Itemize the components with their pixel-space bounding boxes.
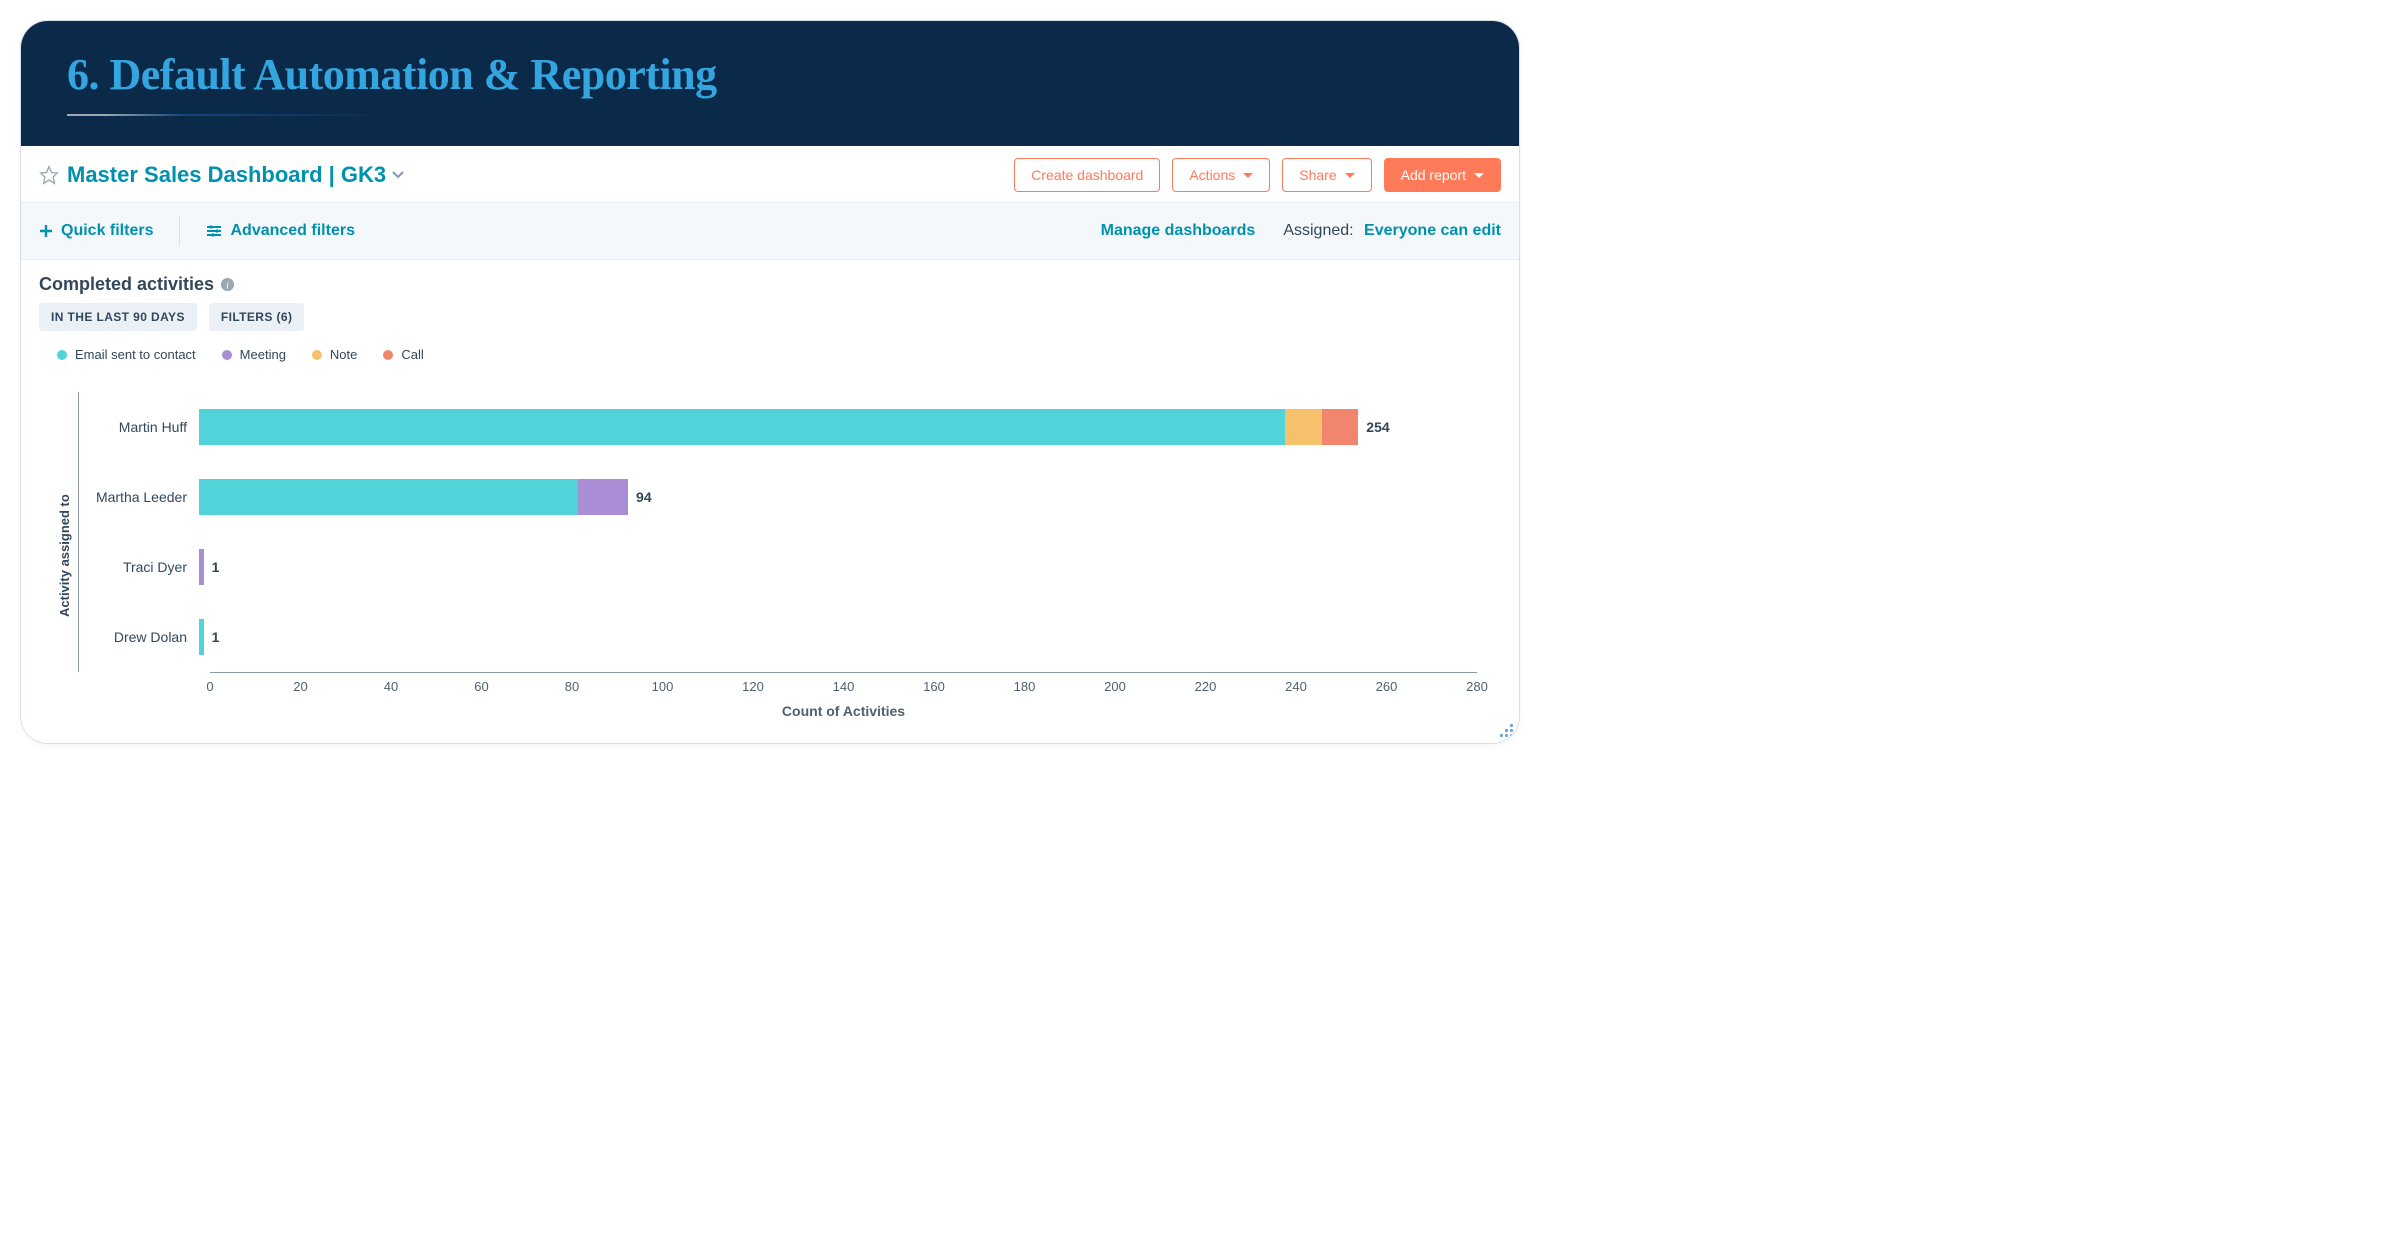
slide-title: 6. Default Automation & Reporting <box>67 49 1473 100</box>
bar-track: 94 <box>199 479 1477 515</box>
report-title: Completed activities <box>39 274 214 295</box>
report-card: Completed activities i IN THE LAST 90 DA… <box>21 260 1519 743</box>
date-range-chip[interactable]: IN THE LAST 90 DAYS <box>39 303 197 331</box>
chart-bars: Martin Huff 254 Martha Leeder 94 Traci Dyer 1… <box>78 392 1477 672</box>
share-label: Share <box>1299 167 1336 183</box>
x-tick-label: 80 <box>565 679 579 694</box>
chart-legend: Email sent to contact Meeting Note Call <box>57 347 1501 362</box>
legend-color-dot <box>57 350 67 360</box>
x-axis-label: Count of Activities <box>210 703 1477 719</box>
bar-segment[interactable] <box>1285 409 1322 445</box>
bar-row: Drew Dolan 1 <box>79 602 1477 672</box>
create-dashboard-label: Create dashboard <box>1031 167 1143 183</box>
x-tick-label: 60 <box>474 679 488 694</box>
title-underline <box>67 114 527 116</box>
legend-color-dot <box>312 350 322 360</box>
x-tick-label: 280 <box>1466 679 1488 694</box>
assigned-label: Assigned: <box>1283 222 1353 239</box>
legend-color-dot <box>222 350 232 360</box>
x-tick-label: 200 <box>1104 679 1126 694</box>
bar-category-label: Martha Leeder <box>79 489 199 505</box>
resize-handle-icon[interactable] <box>1493 717 1513 737</box>
bar-track: 1 <box>199 549 1477 585</box>
x-tick-label: 260 <box>1376 679 1398 694</box>
bar-segment[interactable] <box>199 409 1285 445</box>
filters-count-chip[interactable]: FILTERS (6) <box>209 303 305 331</box>
legend-label: Note <box>330 347 357 362</box>
x-tick-label: 0 <box>206 679 213 694</box>
sliders-icon <box>206 224 222 238</box>
legend-item[interactable]: Call <box>383 347 423 362</box>
bar-total-label: 1 <box>212 629 220 645</box>
dashboard-title[interactable]: Master Sales Dashboard | GK3 <box>67 162 386 188</box>
y-axis-label: Activity assigned to <box>51 392 78 719</box>
legend-item[interactable]: Email sent to contact <box>57 347 196 362</box>
plus-icon <box>39 224 53 238</box>
bar-row: Martin Huff 254 <box>79 392 1477 462</box>
info-icon[interactable]: i <box>220 277 235 292</box>
x-tick-label: 220 <box>1195 679 1217 694</box>
x-tick-label: 180 <box>1014 679 1036 694</box>
add-report-label: Add report <box>1401 167 1466 183</box>
bar-total-label: 94 <box>636 489 652 505</box>
create-dashboard-button[interactable]: Create dashboard <box>1014 158 1160 192</box>
x-axis: 020406080100120140160180200220240260280 <box>210 673 1477 701</box>
x-tick-label: 240 <box>1285 679 1307 694</box>
bar-row: Martha Leeder 94 <box>79 462 1477 532</box>
chart-area: Activity assigned to Martin Huff 254 Marth… <box>39 392 1501 719</box>
manage-dashboards-link[interactable]: Manage dashboards <box>1101 222 1256 240</box>
bar-segment[interactable] <box>199 479 578 515</box>
actions-button[interactable]: Actions <box>1172 158 1270 192</box>
caret-down-icon <box>1345 173 1355 178</box>
dashboard-title-bar: Master Sales Dashboard | GK3 Create dash… <box>21 146 1519 203</box>
favorite-star-icon[interactable] <box>39 165 59 185</box>
slide-header: 6. Default Automation & Reporting <box>21 21 1519 146</box>
caret-down-icon <box>1243 173 1253 178</box>
advanced-filters-button[interactable]: Advanced filters <box>206 222 354 240</box>
bar-total-label: 254 <box>1366 419 1389 435</box>
quick-filters-button[interactable]: Quick filters <box>39 222 153 240</box>
quick-filters-label: Quick filters <box>61 222 153 240</box>
legend-color-dot <box>383 350 393 360</box>
share-button[interactable]: Share <box>1282 158 1371 192</box>
bar-segment[interactable] <box>578 479 628 515</box>
x-tick-label: 120 <box>742 679 764 694</box>
bar-row: Traci Dyer 1 <box>79 532 1477 602</box>
dashboard-dropdown-caret-icon[interactable] <box>392 166 404 184</box>
bar-track: 254 <box>199 409 1477 445</box>
bar-segment[interactable] <box>199 619 204 655</box>
bar-category-label: Martin Huff <box>79 419 199 435</box>
x-tick-label: 100 <box>652 679 674 694</box>
legend-label: Call <box>401 347 423 362</box>
x-tick-label: 160 <box>923 679 945 694</box>
x-tick-label: 140 <box>833 679 855 694</box>
x-tick-label: 40 <box>384 679 398 694</box>
advanced-filters-label: Advanced filters <box>230 222 354 240</box>
legend-label: Email sent to contact <box>75 347 196 362</box>
assigned-value-link[interactable]: Everyone can edit <box>1364 222 1501 239</box>
svg-text:i: i <box>226 280 229 291</box>
caret-down-icon <box>1474 173 1484 178</box>
divider <box>179 217 180 245</box>
actions-label: Actions <box>1189 167 1235 183</box>
bar-total-label: 1 <box>212 559 220 575</box>
bar-category-label: Drew Dolan <box>79 629 199 645</box>
legend-item[interactable]: Note <box>312 347 357 362</box>
bar-category-label: Traci Dyer <box>79 559 199 575</box>
legend-label: Meeting <box>240 347 286 362</box>
bar-segment[interactable] <box>199 549 204 585</box>
legend-item[interactable]: Meeting <box>222 347 286 362</box>
slide-container: 6. Default Automation & Reporting Master… <box>20 20 1520 744</box>
x-tick-label: 20 <box>293 679 307 694</box>
add-report-button[interactable]: Add report <box>1384 158 1501 192</box>
filter-bar: Quick filters Advanced filters Manage da… <box>21 203 1519 260</box>
bar-track: 1 <box>199 619 1477 655</box>
bar-segment[interactable] <box>1322 409 1359 445</box>
